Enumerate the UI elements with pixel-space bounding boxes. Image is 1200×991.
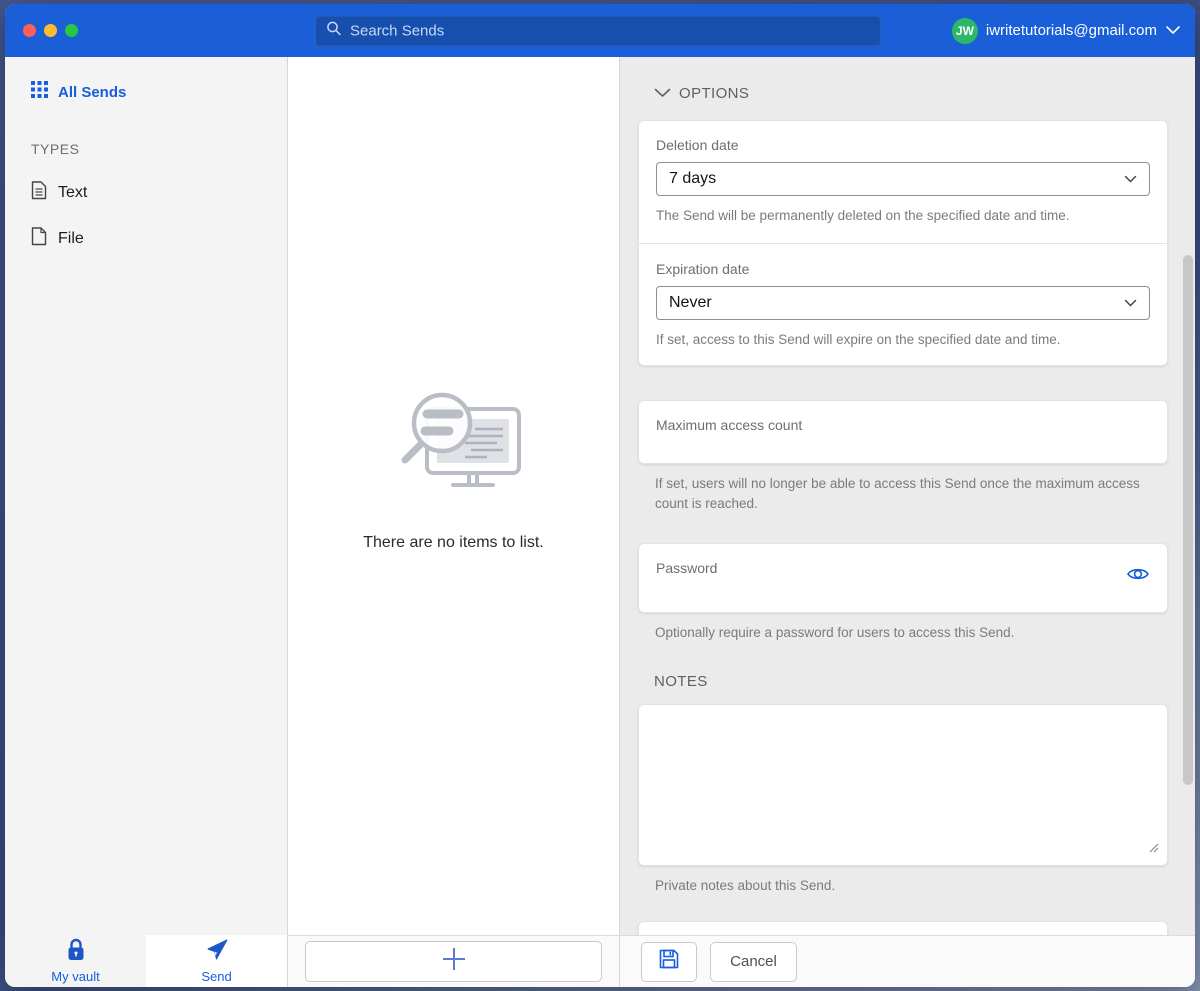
expiration-date-hint: If set, access to this Send will expire …	[656, 330, 1150, 350]
send-options-panel: OPTIONS Deletion date 7 days	[620, 57, 1195, 987]
notes-header: NOTES	[654, 673, 1168, 690]
desktop-background: JW iwritetutorials@gmail.com	[0, 0, 1200, 991]
send-label: Send	[201, 969, 231, 984]
max-access-count-field[interactable]: Maximum access count	[638, 400, 1168, 464]
chevron-down-icon	[1165, 22, 1181, 40]
max-access-count-label: Maximum access count	[656, 417, 1150, 433]
deletion-date-select[interactable]: 7 days	[656, 162, 1150, 196]
expiration-date-label: Expiration date	[656, 261, 1150, 277]
search-monitor-illustration	[379, 381, 529, 506]
main-area: All Sends TYPES Text File	[5, 57, 1195, 987]
empty-state: There are no items to list.	[288, 4, 619, 935]
list-footer	[288, 935, 619, 987]
search-field[interactable]	[315, 15, 881, 46]
detail-footer: Cancel	[620, 935, 1195, 987]
titlebar: JW iwritetutorials@gmail.com	[5, 4, 1195, 57]
text-file-icon	[31, 181, 47, 205]
account-email: iwritetutorials@gmail.com	[986, 22, 1157, 39]
avatar: JW	[952, 18, 978, 44]
password-hint: Optionally require a password for users …	[655, 623, 1168, 643]
chevron-down-icon	[1124, 170, 1137, 188]
nav-tab-my-vault[interactable]: My vault	[5, 935, 146, 987]
sidebar-item-text[interactable]: Text	[31, 181, 287, 205]
sidebar-item-all-sends[interactable]: All Sends	[31, 81, 287, 103]
scrollbar-thumb[interactable]	[1183, 255, 1193, 785]
paper-plane-icon	[205, 938, 229, 967]
my-vault-label: My vault	[51, 969, 99, 984]
type-text-label: Text	[58, 184, 87, 202]
chevron-down-icon	[1124, 294, 1137, 312]
deletion-date-hint: The Send will be permanently deleted on …	[656, 206, 1150, 226]
deletion-date-label: Deletion date	[656, 137, 1150, 153]
window-controls	[5, 24, 78, 37]
save-button[interactable]	[641, 942, 697, 982]
send-list-panel: There are no items to list.	[288, 57, 620, 987]
dates-card: Deletion date 7 days The Send will be pe…	[638, 120, 1168, 366]
chevron-down-icon	[654, 85, 671, 102]
expiration-date-value: Never	[669, 294, 712, 312]
all-sends-label: All Sends	[58, 84, 126, 101]
options-scroll-area[interactable]: OPTIONS Deletion date 7 days	[620, 57, 1195, 935]
expiration-date-select[interactable]: Never	[656, 286, 1150, 320]
sidebar: All Sends TYPES Text File	[5, 57, 288, 987]
password-label: Password	[656, 560, 717, 576]
options-collapse-toggle[interactable]: OPTIONS	[654, 85, 1168, 102]
sidebar-content: All Sends TYPES Text File	[5, 57, 287, 935]
notes-hint: Private notes about this Send.	[655, 876, 1168, 896]
hide-email-row[interactable]: Hide my email address from recipients.	[639, 922, 1167, 935]
notes-textarea[interactable]	[638, 704, 1168, 866]
card-divider	[639, 243, 1167, 244]
toggle-password-visibility-button[interactable]	[1126, 566, 1150, 587]
grid-icon	[31, 81, 48, 103]
types-header: TYPES	[31, 141, 287, 157]
zoom-window-button[interactable]	[65, 24, 78, 37]
add-send-button[interactable]	[305, 941, 602, 982]
bottom-nav: My vault Send	[5, 935, 287, 987]
password-field[interactable]: Password	[638, 543, 1168, 613]
max-access-count-hint: If set, users will no longer be able to …	[655, 474, 1168, 513]
options-header: OPTIONS	[679, 85, 749, 102]
empty-state-text: There are no items to list.	[363, 534, 544, 552]
hide-email-card: Hide my email address from recipients.	[638, 921, 1168, 935]
minimize-window-button[interactable]	[44, 24, 57, 37]
type-file-label: File	[58, 230, 84, 248]
account-menu[interactable]: JW iwritetutorials@gmail.com	[952, 18, 1181, 44]
search-input[interactable]	[350, 22, 870, 39]
resize-handle[interactable]	[1147, 840, 1159, 858]
deletion-date-value: 7 days	[669, 170, 716, 188]
save-disk-icon	[658, 948, 680, 975]
sidebar-item-file[interactable]: File	[31, 227, 287, 251]
plus-icon	[441, 946, 467, 977]
close-window-button[interactable]	[23, 24, 36, 37]
bitwarden-window: JW iwritetutorials@gmail.com	[5, 4, 1195, 987]
blank-file-icon	[31, 227, 47, 251]
nav-tab-send[interactable]: Send	[146, 935, 287, 987]
cancel-button[interactable]: Cancel	[710, 942, 797, 982]
lock-icon	[65, 938, 87, 967]
search-icon	[326, 20, 342, 41]
